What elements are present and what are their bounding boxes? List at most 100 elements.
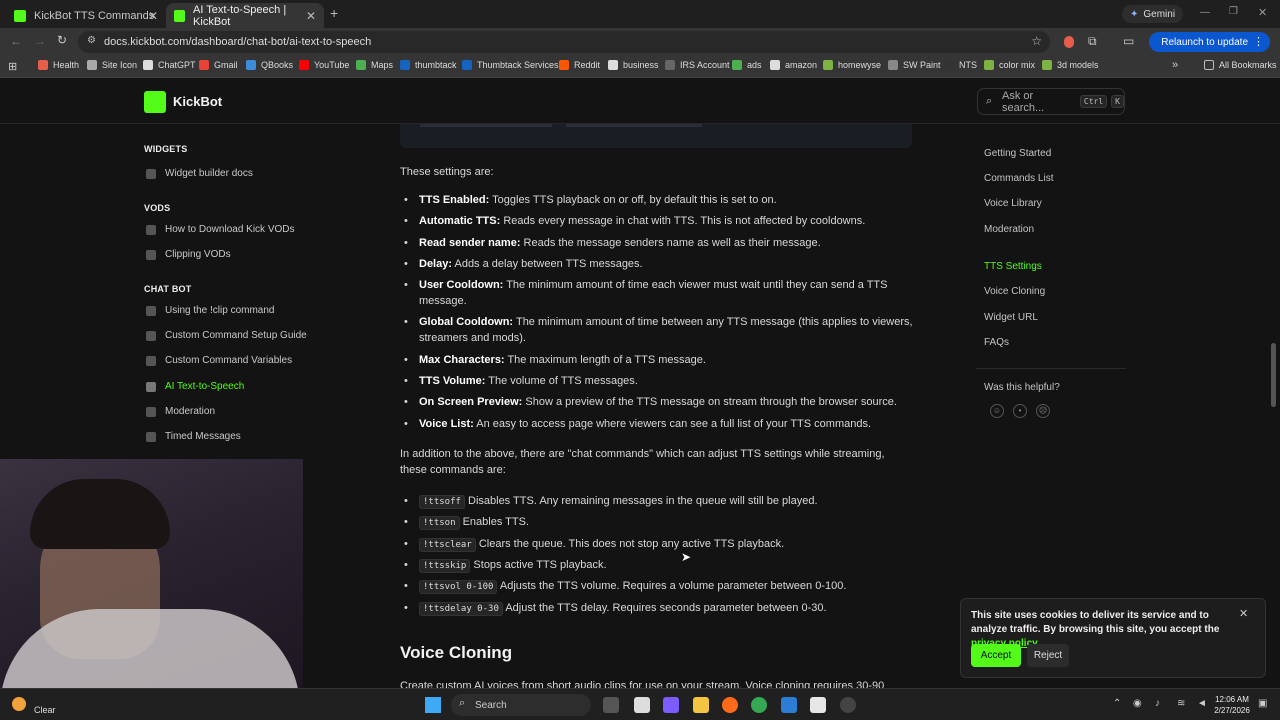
brand-name[interactable]: KickBot	[173, 94, 222, 109]
file-explorer-icon[interactable]	[693, 697, 709, 713]
sidebar-item-ai-text-to-speech[interactable]: AI Text-to-Speech	[146, 381, 244, 392]
bookmark-item[interactable]: NTS	[944, 60, 977, 70]
bookmarks-overflow-icon[interactable]: »	[1172, 59, 1178, 71]
tray-overflow-icon[interactable]: ⌃	[1113, 698, 1121, 709]
toc-item[interactable]: Widget URL	[984, 312, 1038, 323]
sidebar-item-custom-command-setup[interactable]: Custom Command Setup Guide	[146, 330, 307, 341]
toc-item[interactable]: Getting Started	[984, 148, 1051, 159]
bookmark-item[interactable]: IRS Account	[665, 60, 730, 70]
bookmark-item[interactable]: Maps	[356, 60, 393, 70]
tab-kickbot-tts-commands[interactable]: KickBot TTS Commands ✕	[6, 3, 166, 28]
sidebar-item-download-vods[interactable]: How to Download Kick VODs	[146, 224, 295, 235]
mouse-cursor-icon: ➤	[681, 550, 692, 564]
cast-icon[interactable]: ▭	[1123, 34, 1134, 48]
apps-grid-icon[interactable]: ⊞	[8, 60, 17, 73]
copilot-icon[interactable]	[663, 697, 679, 713]
tab-ai-text-to-speech[interactable]: AI Text-to-Speech | KickBot ✕	[166, 3, 324, 28]
search-input[interactable]: ⌕ Ask or search... Ctrl K	[977, 88, 1125, 115]
toc-item[interactable]: FAQs	[984, 337, 1009, 348]
command-description: Adjust the TTS delay. Requires seconds p…	[505, 602, 827, 614]
toc-item[interactable]: Voice Library	[984, 198, 1042, 209]
sidebar-item-custom-command-variables[interactable]: Custom Command Variables	[146, 355, 292, 366]
close-tab-icon[interactable]: ✕	[148, 9, 158, 23]
bookmark-item[interactable]: Health	[38, 60, 79, 70]
reject-button[interactable]: Reject	[1027, 644, 1069, 667]
forward-icon[interactable]: →	[34, 34, 46, 48]
wifi-icon[interactable]: ≋	[1177, 698, 1185, 709]
volume-icon[interactable]: ◄	[1197, 698, 1207, 709]
new-tab-icon[interactable]: +	[330, 5, 338, 21]
notepad-icon[interactable]	[634, 697, 650, 713]
site-info-icon[interactable]: ⚙	[87, 35, 96, 46]
bookmark-label: SW Paint	[903, 60, 941, 70]
notifications-icon[interactable]: ▣	[1258, 698, 1267, 709]
relaunch-to-update-button[interactable]: Relaunch to update ⋮	[1149, 32, 1270, 52]
firefox-icon[interactable]	[722, 697, 738, 713]
toc-item[interactable]: TTS Settings	[984, 261, 1042, 272]
restore-icon[interactable]: ❐	[1229, 6, 1238, 17]
sidebar-item-moderation[interactable]: Moderation	[146, 406, 215, 417]
app-icon[interactable]	[781, 697, 797, 713]
bookmark-item[interactable]: Reddit	[559, 60, 600, 70]
bookmark-item[interactable]: 3d models	[1042, 60, 1099, 70]
windows-start-icon[interactable]	[425, 697, 441, 713]
clock[interactable]: 12:06 AM 2/27/2026	[1214, 694, 1250, 716]
sidebar-item-widget-builder-docs[interactable]: Widget builder docs	[146, 168, 253, 179]
obs-icon[interactable]	[840, 697, 856, 713]
bookmark-item[interactable]: QBooks	[246, 60, 293, 70]
toc-item[interactable]: Voice Cloning	[984, 286, 1045, 297]
microphone-icon[interactable]: ♪	[1155, 698, 1160, 709]
toc-item[interactable]: Commands List	[984, 173, 1053, 184]
more-menu-icon[interactable]: ⋮	[1253, 35, 1264, 48]
bookmark-item[interactable]: Thumbtack Services	[462, 60, 559, 70]
voice-cloning-paragraph: Create custom AI voices from short audio…	[400, 680, 885, 688]
weather-icon[interactable]	[12, 697, 26, 711]
bookmark-item[interactable]: business	[608, 60, 659, 70]
bookmark-label: homewyse	[838, 60, 882, 70]
toc-item[interactable]: Moderation	[984, 224, 1034, 235]
kickbot-logo-icon[interactable]	[144, 91, 166, 113]
window-close-icon[interactable]: ✕	[1258, 6, 1267, 19]
bookmark-item[interactable]: homewyse	[823, 60, 881, 70]
sidebar-item-timed-messages[interactable]: Timed Messages	[146, 431, 241, 442]
close-tab-icon[interactable]: ✕	[306, 9, 316, 23]
bookmark-item[interactable]: YouTube	[299, 60, 349, 70]
sidebar-item-clip-command[interactable]: Using the !clip command	[146, 305, 275, 316]
folder-icon	[1204, 60, 1214, 70]
bookmark-item[interactable]: ChatGPT	[143, 60, 196, 70]
page-scrollbar-thumb[interactable]	[1271, 343, 1276, 407]
taskbar-search-input[interactable]: ⌕ Search	[451, 694, 591, 716]
notes-icon[interactable]	[810, 697, 826, 713]
sad-face-icon[interactable]: ☹	[1036, 404, 1050, 418]
bookmark-item[interactable]: SW Paint	[888, 60, 941, 70]
bookmark-item[interactable]: Site Icon	[87, 60, 137, 70]
back-icon[interactable]: ←	[10, 34, 22, 48]
gemini-button[interactable]: ✦ Gemini	[1122, 5, 1184, 23]
neutral-face-icon[interactable]: •	[1013, 404, 1027, 418]
command-code: !ttson	[419, 516, 460, 530]
bookmark-star-icon[interactable]: ☆	[1031, 34, 1042, 48]
reload-icon[interactable]: ↻	[57, 33, 67, 47]
extensions-puzzle-icon[interactable]: ⧉	[1088, 34, 1097, 49]
chrome-icon[interactable]	[751, 697, 767, 713]
bookmark-item[interactable]: ads	[732, 60, 762, 70]
bookmark-label: IRS Account	[680, 60, 730, 70]
network-icon[interactable]: ◉	[1133, 698, 1142, 709]
url-bar[interactable]: ⚙ docs.kickbot.com/dashboard/chat-bot/ai…	[78, 31, 1050, 53]
settings-item-text: Read sender name: Reads the message send…	[406, 235, 914, 251]
bookmark-favicon-icon	[888, 60, 898, 70]
accept-button[interactable]: Accept	[971, 644, 1021, 667]
task-view-icon[interactable]	[603, 697, 619, 713]
bookmark-item[interactable]: Gmail	[199, 60, 238, 70]
minimize-icon[interactable]: —	[1200, 7, 1210, 18]
bookmark-item[interactable]: amazon	[770, 60, 817, 70]
extension-icon[interactable]	[1064, 36, 1074, 48]
sidebar-item-clipping-vods[interactable]: Clipping VODs	[146, 249, 231, 260]
bookmark-item[interactable]: thumbtack	[400, 60, 457, 70]
tab-title: KickBot TTS Commands	[34, 9, 155, 22]
close-cookie-icon[interactable]: ✕	[1239, 607, 1248, 620]
address-toolbar: ← → ↻ ⚙ docs.kickbot.com/dashboard/chat-…	[0, 28, 1280, 56]
happy-face-icon[interactable]: ☺	[990, 404, 1004, 418]
bookmark-item[interactable]: color mix	[984, 60, 1035, 70]
all-bookmarks-button[interactable]: All Bookmarks	[1204, 60, 1277, 70]
